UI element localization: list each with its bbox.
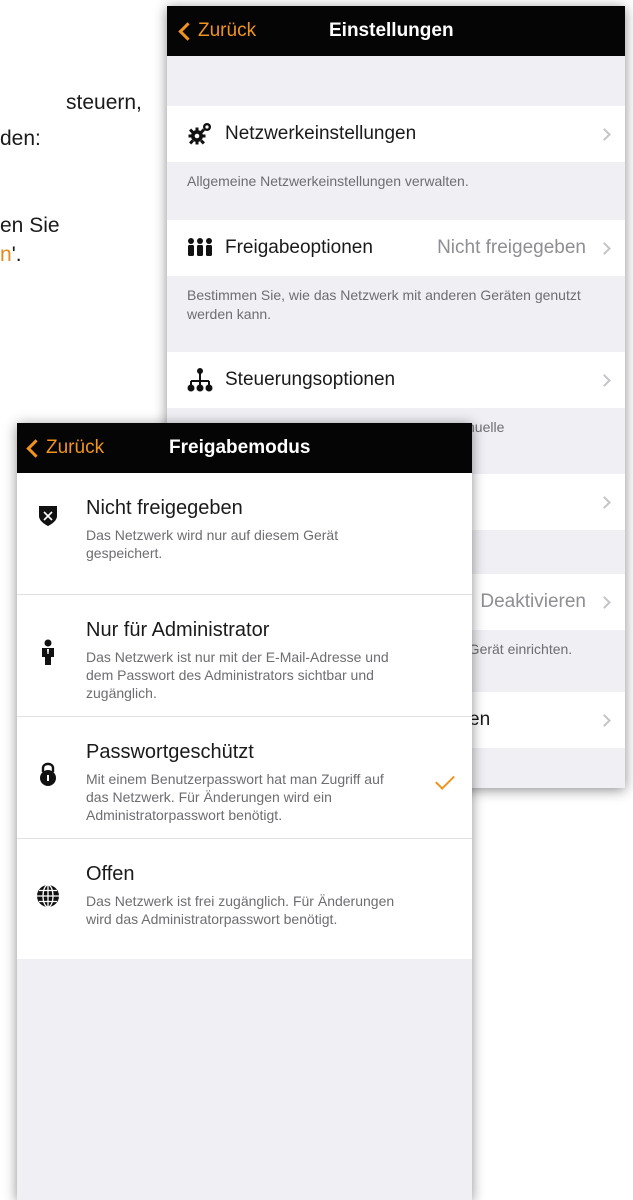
settings-navbar: Zurück Einstellungen <box>167 6 625 56</box>
doc-text-line2: den: <box>0 127 41 150</box>
option-description: Das Netzwerk ist frei zugänglich. Für Än… <box>86 893 395 927</box>
settings-title: Einstellungen <box>329 20 454 41</box>
chevron-right-icon <box>598 373 611 387</box>
settings-row-network[interactable]: Netzwerkeinstellungen <box>167 106 625 162</box>
settings-row-sharing[interactable]: Freigabeoptionen Nicht freigegeben <box>167 220 625 276</box>
option-not-shared[interactable]: Nicht freigegeben Das Netzwerk wird nur … <box>17 473 472 594</box>
sharing-title: Freigabemodus <box>169 437 311 458</box>
sharing-back-button[interactable]: Zurück <box>25 423 104 473</box>
settings-row-value: Deaktivieren <box>480 591 586 612</box>
chevron-left-icon <box>178 21 197 41</box>
option-description: Das Netzwerk ist nur mit der E-Mail-Adre… <box>86 649 389 701</box>
option-title: Passwortgeschützt <box>86 741 254 763</box>
chevron-right-icon <box>598 495 611 509</box>
settings-row-footer: Bestimmen Sie, wie das Netzwerk mit ande… <box>187 287 581 322</box>
settings-back-button[interactable]: Zurück <box>177 6 256 56</box>
settings-row-footer: Allgemeine Netzwerkeinstellungen verwalt… <box>187 173 469 189</box>
sharing-mode-navbar: Zurück Freigabemodus <box>17 423 472 473</box>
chevron-right-icon <box>598 241 611 255</box>
doc-text-line1: steuern, <box>66 91 142 114</box>
hierarchy-icon <box>185 365 215 395</box>
chevron-right-icon <box>598 713 611 727</box>
person-icon <box>35 639 61 665</box>
settings-row-value: Nicht freigegeben <box>437 237 586 258</box>
globe-icon <box>35 883 61 909</box>
option-title: Nicht freigegeben <box>86 497 243 519</box>
option-password-protected[interactable]: Passwortgeschützt Mit einem Benutzerpass… <box>17 716 472 838</box>
doc-text-line3: en Sie <box>0 214 60 237</box>
option-admin-only[interactable]: Nur für Administrator Das Netzwerk ist n… <box>17 594 472 716</box>
option-open[interactable]: Offen Das Netzwerk ist frei zugänglich. … <box>17 838 472 959</box>
sharing-mode-screen: Zurück Freigabemodus Nicht freigegeben D… <box>17 423 472 1200</box>
chevron-right-icon <box>598 127 611 141</box>
settings-back-label: Zurück <box>198 20 257 41</box>
chevron-right-icon <box>598 595 611 609</box>
checkmark-icon <box>435 770 455 790</box>
doc-link-fragment[interactable]: n <box>0 243 12 266</box>
settings-row-control[interactable]: Steuerungsoptionen <box>167 352 625 408</box>
option-title: Nur für Administrator <box>86 619 270 641</box>
settings-row-label: Freigabeoptionen <box>225 237 373 258</box>
sharing-options-list: Nicht freigegeben Das Netzwerk wird nur … <box>17 473 472 959</box>
option-description: Das Netzwerk wird nur auf diesem Gerät g… <box>86 527 339 561</box>
option-title: Offen <box>86 863 135 885</box>
doc-text-line4: n'. <box>0 241 22 269</box>
shield-icon <box>35 503 61 529</box>
doc-text-line4-rest: '. <box>11 243 22 266</box>
gear-icon <box>185 119 215 149</box>
option-description: Mit einem Benutzerpasswort hat man Zugri… <box>86 771 384 823</box>
lock-icon <box>35 761 61 787</box>
sharing-back-label: Zurück <box>46 437 105 458</box>
settings-row-label: Netzwerkeinstellungen <box>225 123 417 144</box>
people-icon <box>185 233 215 263</box>
chevron-left-icon <box>26 438 45 458</box>
settings-row-label: Steuerungsoptionen <box>225 369 396 390</box>
